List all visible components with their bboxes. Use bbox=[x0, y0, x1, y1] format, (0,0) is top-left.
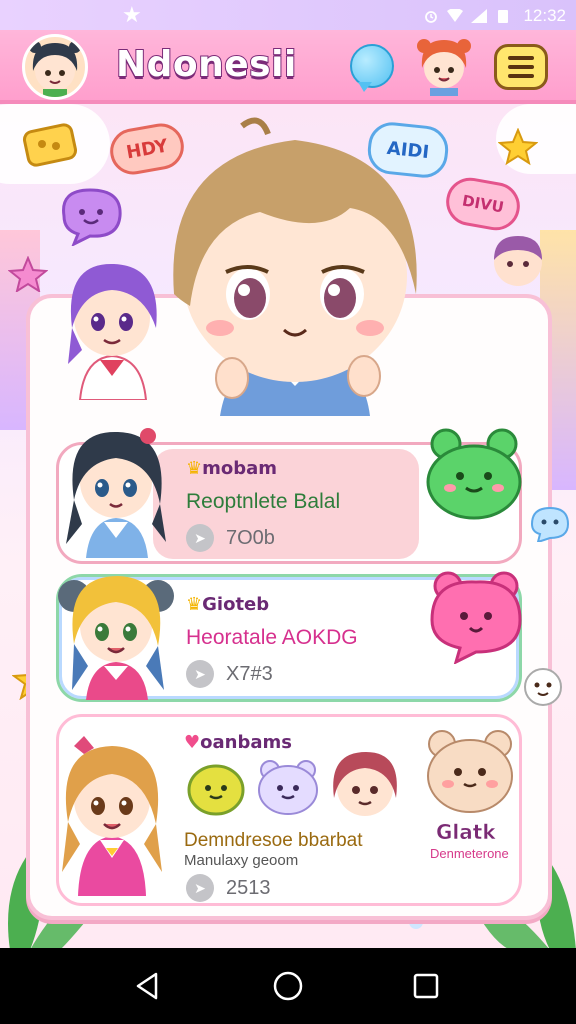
profile-avatar[interactable] bbox=[22, 34, 88, 100]
recent-apps-icon[interactable] bbox=[406, 966, 446, 1006]
pretzel-sticker-icon bbox=[22, 123, 78, 167]
menu-button[interactable] bbox=[494, 44, 548, 90]
blonde-character-icon bbox=[58, 576, 174, 700]
list-item-meta-value: 2513 bbox=[226, 876, 271, 899]
signal-icon bbox=[471, 9, 488, 23]
list-item-title: Reoptnlete Balal bbox=[186, 490, 341, 513]
purple-hair-character-icon bbox=[68, 263, 157, 400]
list-item-meta: ➤ X7#3 bbox=[186, 660, 273, 688]
hero-character-icon bbox=[173, 117, 417, 416]
battery-icon bbox=[498, 10, 509, 23]
alarm-icon bbox=[425, 11, 438, 23]
list-item-tag: ♛mobam bbox=[186, 458, 277, 479]
brown-hair-character-icon bbox=[62, 736, 162, 896]
list-item-title: Heoratale AOKDG bbox=[186, 626, 358, 649]
crown-icon: ♛ bbox=[186, 458, 203, 479]
list-item-meta-value: 7O0b bbox=[226, 526, 275, 549]
list-item-tag: ♥oanbams bbox=[184, 732, 292, 753]
list-item-meta: ➤ 7O0b bbox=[186, 524, 275, 552]
yellow-blob-icon bbox=[187, 764, 245, 816]
list-item-tag-label: mobam bbox=[202, 458, 278, 479]
app-bar: Ndonesii bbox=[0, 30, 576, 104]
crown-icon: ♛ bbox=[186, 594, 203, 615]
system-nav-bar bbox=[0, 948, 576, 1024]
list-item-tag-label: oanbams bbox=[200, 732, 292, 753]
pink-star-icon bbox=[8, 256, 48, 292]
side-card-title: Glatk bbox=[436, 820, 496, 845]
list-item-meta-value: X7#3 bbox=[226, 662, 273, 685]
menu-line bbox=[508, 65, 534, 69]
small-character-icon bbox=[494, 236, 542, 286]
pink-bear-icon bbox=[430, 571, 522, 664]
black-hair-character-icon bbox=[66, 428, 166, 558]
list-item-tag-label: Gioteb bbox=[202, 594, 270, 615]
face-bubble-icon bbox=[524, 668, 562, 706]
lilac-blob-icon bbox=[258, 760, 318, 815]
avatar-character-icon bbox=[29, 41, 81, 97]
status-icons: 12:32 bbox=[423, 6, 566, 26]
heart-icon: ♥ bbox=[184, 732, 201, 753]
list-item-subtitle: Manulaxy geoom bbox=[184, 852, 299, 869]
green-frog-icon bbox=[426, 428, 522, 520]
menu-line bbox=[508, 56, 534, 60]
list-item-title: Demndresoe bbarbat bbox=[184, 830, 363, 851]
pin-icon: ➤ bbox=[186, 524, 214, 552]
app-screen: HDY AIDI DIVU ♛mobam Reoptnlete Balal ➤ … bbox=[0, 0, 576, 1024]
app-title: Ndonesii bbox=[115, 43, 297, 86]
side-card-subtitle: Denmeterone bbox=[430, 846, 509, 861]
speech-bubble-decor: DIVU bbox=[442, 173, 524, 235]
wifi-icon bbox=[447, 9, 464, 22]
friend-avatar[interactable] bbox=[414, 34, 474, 96]
list-item-meta: ➤ 2513 bbox=[186, 874, 271, 902]
back-icon[interactable] bbox=[128, 966, 168, 1006]
pin-icon: ➤ bbox=[186, 660, 214, 688]
status-time: 12:32 bbox=[523, 6, 566, 25]
star-icon: ★ bbox=[122, 3, 142, 28]
home-icon[interactable] bbox=[268, 966, 308, 1006]
pin-icon: ➤ bbox=[186, 874, 214, 902]
menu-line bbox=[508, 74, 534, 78]
list-item-tag: ♛Gioteb bbox=[186, 594, 269, 615]
cream-bear-icon bbox=[427, 730, 513, 813]
blue-blob-icon bbox=[530, 506, 570, 542]
chat-button[interactable] bbox=[350, 44, 394, 92]
purple-blob-icon bbox=[62, 188, 122, 246]
status-bar: ★ 12:32 bbox=[0, 0, 576, 30]
yellow-star-icon bbox=[498, 128, 538, 166]
red-hair-character-icon bbox=[333, 752, 397, 816]
